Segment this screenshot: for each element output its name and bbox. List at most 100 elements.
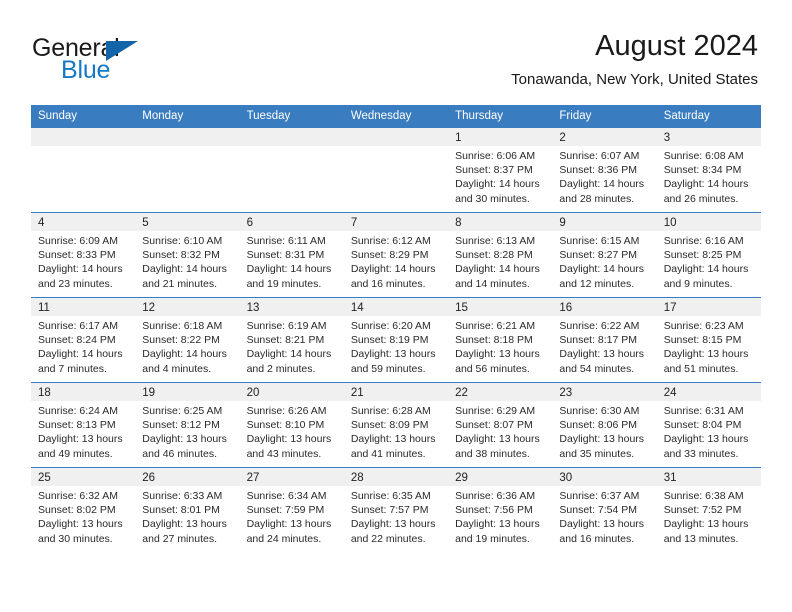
sunset-time: Sunset: 8:34 PM	[663, 164, 742, 177]
sunrise-time: Sunrise: 6:25 AM	[142, 405, 223, 417]
daylight-duration-line1: Daylight: 13 hours	[663, 348, 749, 361]
calendar-day-cell[interactable]: 19 Sunrise: 6:25 AM Sunset: 8:12 PM Dayligh…	[135, 382, 240, 468]
day-details: Sunrise: 6:34 AM Sunset: 7:59 PM Daylight:…	[240, 486, 344, 546]
calendar-day-cell[interactable]: 22 Sunrise: 6:29 AM Sunset: 8:07 PM Dayligh…	[448, 382, 553, 468]
day-details: Sunrise: 6:16 AM Sunset: 8:25 PM Daylight:…	[657, 231, 761, 291]
sunset-time: Sunset: 8:01 PM	[142, 504, 220, 517]
sunset-time: Sunset: 8:24 PM	[38, 334, 116, 347]
day-details: Sunrise: 6:25 AM Sunset: 8:12 PM Daylight:…	[135, 401, 239, 461]
calendar-day-cell[interactable]: 7 Sunrise: 6:12 AM Sunset: 8:29 PM Daylight…	[343, 212, 449, 298]
sunset-time: Sunset: 8:19 PM	[350, 334, 429, 347]
calendar-day-cell[interactable]: 10 Sunrise: 6:16 AM Sunset: 8:25 PM Dayligh…	[656, 212, 761, 298]
sunrise-time: Sunrise: 6:20 AM	[350, 320, 431, 332]
day-details: Sunrise: 6:33 AM Sunset: 8:01 PM Daylight:…	[135, 486, 239, 546]
daylight-duration-line2: and 19 minutes.	[455, 532, 530, 545]
weekday-header-friday: Friday	[552, 105, 657, 128]
calendar-day-cell[interactable]: 2 Sunrise: 6:07 AM Sunset: 8:36 PM Daylight…	[552, 127, 657, 213]
calendar-day-cell[interactable]: 1 Sunrise: 6:06 AM Sunset: 8:37 PM Daylight…	[448, 127, 553, 213]
daylight-duration-line2: and 13 minutes.	[663, 532, 739, 545]
calendar-day-cell[interactable]: 25 Sunrise: 6:32 AM Sunset: 8:02 PM Dayligh…	[31, 467, 136, 552]
sunset-time: Sunset: 8:12 PM	[142, 419, 220, 432]
calendar-day-cell[interactable]: 27 Sunrise: 6:34 AM Sunset: 7:59 PM Dayligh…	[239, 467, 344, 552]
daylight-duration-line2: and 28 minutes.	[559, 192, 635, 205]
calendar-day-cell-empty	[239, 127, 344, 213]
sunset-time: Sunset: 7:59 PM	[246, 504, 325, 517]
day-number: 21	[343, 383, 449, 401]
sunset-time: Sunset: 8:15 PM	[663, 334, 742, 347]
daylight-duration-line1: Daylight: 14 hours	[246, 263, 332, 276]
calendar-day-cell[interactable]: 5 Sunrise: 6:10 AM Sunset: 8:32 PM Daylight…	[135, 212, 240, 298]
calendar-day-cell[interactable]: 17 Sunrise: 6:23 AM Sunset: 8:15 PM Dayligh…	[656, 297, 761, 383]
day-number: 4	[31, 213, 136, 231]
day-details: Sunrise: 6:35 AM Sunset: 7:57 PM Daylight:…	[344, 486, 448, 546]
calendar-day-cell[interactable]: 6 Sunrise: 6:11 AM Sunset: 8:31 PM Daylight…	[239, 212, 344, 298]
calendar-day-cell[interactable]: 30 Sunrise: 6:37 AM Sunset: 7:54 PM Dayligh…	[552, 467, 657, 552]
calendar-day-cell[interactable]: 13 Sunrise: 6:19 AM Sunset: 8:21 PM Dayligh…	[239, 297, 344, 383]
sunrise-time: Sunrise: 6:13 AM	[455, 235, 536, 247]
daylight-duration-line2: and 35 minutes.	[559, 447, 635, 460]
calendar-day-cell[interactable]: 3 Sunrise: 6:08 AM Sunset: 8:34 PM Daylight…	[656, 127, 761, 213]
calendar-day-cell[interactable]: 23 Sunrise: 6:30 AM Sunset: 8:06 PM Dayligh…	[552, 382, 657, 468]
calendar-day-cell[interactable]: 15 Sunrise: 6:21 AM Sunset: 8:18 PM Dayligh…	[448, 297, 553, 383]
sunset-time: Sunset: 8:21 PM	[246, 334, 325, 347]
sunrise-time: Sunrise: 6:32 AM	[38, 490, 118, 502]
day-details: Sunrise: 6:08 AM Sunset: 8:34 PM Daylight:…	[657, 146, 761, 206]
daylight-duration-line2: and 30 minutes.	[455, 192, 530, 205]
calendar-day-cell[interactable]: 18 Sunrise: 6:24 AM Sunset: 8:13 PM Dayligh…	[31, 382, 136, 468]
day-details: Sunrise: 6:19 AM Sunset: 8:21 PM Daylight:…	[240, 316, 344, 376]
daylight-duration-line2: and 19 minutes.	[246, 277, 322, 290]
sunset-time: Sunset: 7:52 PM	[663, 504, 742, 517]
daylight-duration-line1: Daylight: 13 hours	[663, 518, 749, 531]
daylight-duration-line2: and 21 minutes.	[142, 277, 217, 290]
day-details: Sunrise: 6:18 AM Sunset: 8:22 PM Daylight:…	[135, 316, 239, 376]
daylight-duration-line1: Daylight: 13 hours	[246, 518, 332, 531]
logo-text-blue: Blue	[61, 56, 111, 84]
day-details: Sunrise: 6:10 AM Sunset: 8:32 PM Daylight:…	[135, 231, 239, 291]
daylight-duration-line1: Daylight: 14 hours	[663, 178, 749, 191]
sunrise-time: Sunrise: 6:31 AM	[663, 405, 744, 417]
daylight-duration-line1: Daylight: 14 hours	[455, 263, 540, 276]
sunrise-time: Sunrise: 6:24 AM	[38, 405, 118, 417]
day-number	[343, 128, 449, 146]
day-number: 6	[239, 213, 344, 231]
day-details: Sunrise: 6:12 AM Sunset: 8:29 PM Daylight:…	[344, 231, 448, 291]
calendar-day-cell[interactable]: 28 Sunrise: 6:35 AM Sunset: 7:57 PM Dayligh…	[343, 467, 449, 552]
sunset-time: Sunset: 8:33 PM	[38, 249, 116, 262]
day-details: Sunrise: 6:09 AM Sunset: 8:33 PM Daylight:…	[31, 231, 135, 291]
daylight-duration-line2: and 4 minutes.	[142, 362, 212, 375]
daylight-duration-line1: Daylight: 14 hours	[559, 178, 645, 191]
sunset-time: Sunset: 8:36 PM	[559, 164, 638, 177]
day-number	[31, 128, 136, 146]
calendar-day-cell-empty	[343, 127, 449, 213]
calendar-day-cell[interactable]: 16 Sunrise: 6:22 AM Sunset: 8:17 PM Dayligh…	[552, 297, 657, 383]
daylight-duration-line1: Daylight: 14 hours	[663, 263, 749, 276]
calendar-day-cell[interactable]: 12 Sunrise: 6:18 AM Sunset: 8:22 PM Dayligh…	[135, 297, 240, 383]
calendar-day-cell[interactable]: 21 Sunrise: 6:28 AM Sunset: 8:09 PM Dayligh…	[343, 382, 449, 468]
day-number: 20	[239, 383, 344, 401]
daylight-duration-line1: Daylight: 14 hours	[38, 348, 123, 361]
calendar-day-cell[interactable]: 4 Sunrise: 6:09 AM Sunset: 8:33 PM Daylight…	[31, 212, 136, 298]
day-number: 14	[343, 298, 449, 316]
calendar-day-cell[interactable]: 8 Sunrise: 6:13 AM Sunset: 8:28 PM Daylight…	[448, 212, 553, 298]
calendar-day-cell[interactable]: 14 Sunrise: 6:20 AM Sunset: 8:19 PM Dayligh…	[343, 297, 449, 383]
sunrise-time: Sunrise: 6:38 AM	[663, 490, 744, 502]
calendar-day-cell[interactable]: 20 Sunrise: 6:26 AM Sunset: 8:10 PM Dayligh…	[239, 382, 344, 468]
sunrise-time: Sunrise: 6:08 AM	[663, 150, 744, 162]
sunrise-time: Sunrise: 6:28 AM	[350, 405, 431, 417]
calendar-day-cell[interactable]: 26 Sunrise: 6:33 AM Sunset: 8:01 PM Dayligh…	[135, 467, 240, 552]
sunset-time: Sunset: 8:32 PM	[142, 249, 220, 262]
calendar-day-cell[interactable]: 29 Sunrise: 6:36 AM Sunset: 7:56 PM Dayligh…	[448, 467, 553, 552]
page-subtitle: Tonawanda, New York, United States	[511, 71, 758, 89]
day-number: 9	[552, 213, 657, 231]
day-details: Sunrise: 6:07 AM Sunset: 8:36 PM Daylight:…	[552, 146, 656, 206]
calendar-day-cell[interactable]: 24 Sunrise: 6:31 AM Sunset: 8:04 PM Dayligh…	[656, 382, 761, 468]
calendar-day-cell[interactable]: 11 Sunrise: 6:17 AM Sunset: 8:24 PM Dayligh…	[31, 297, 136, 383]
day-details: Sunrise: 6:36 AM Sunset: 7:56 PM Daylight:…	[448, 486, 552, 546]
day-details: Sunrise: 6:22 AM Sunset: 8:17 PM Daylight:…	[552, 316, 656, 376]
daylight-duration-line1: Daylight: 13 hours	[350, 433, 436, 446]
day-details: Sunrise: 6:30 AM Sunset: 8:06 PM Daylight:…	[552, 401, 656, 461]
calendar-day-cell[interactable]: 9 Sunrise: 6:15 AM Sunset: 8:27 PM Daylight…	[552, 212, 657, 298]
day-number: 3	[656, 128, 761, 146]
calendar-week-row: 25 Sunrise: 6:32 AM Sunset: 8:02 PM Dayligh…	[31, 467, 761, 552]
calendar-day-cell[interactable]: 31 Sunrise: 6:38 AM Sunset: 7:52 PM Dayligh…	[656, 467, 761, 552]
